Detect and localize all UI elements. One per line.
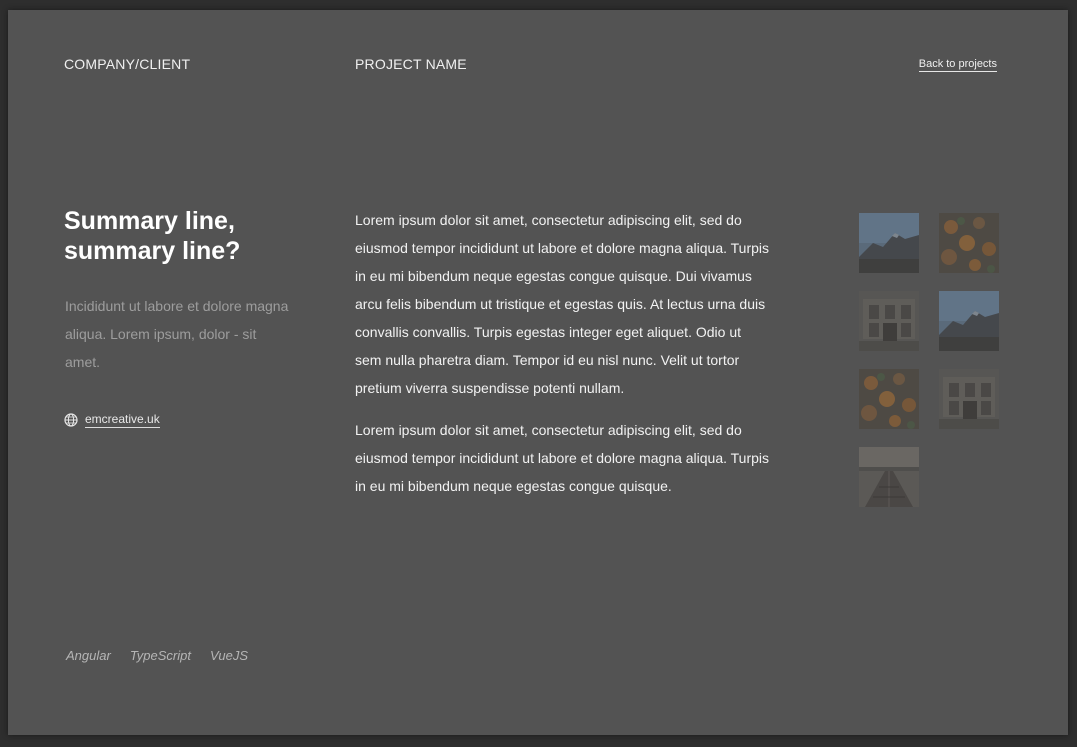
company-label: COMPANY/CLIENT: [64, 56, 191, 72]
description-paragraph: Lorem ipsum dolor sit amet, consectetur …: [355, 422, 770, 494]
tech-tags: Angular TypeScript VueJS: [66, 648, 248, 663]
back-to-projects-link[interactable]: Back to projects: [918, 58, 997, 72]
website-row: emcreative.uk: [64, 412, 294, 428]
tag-angular: Angular: [66, 648, 111, 663]
gallery-thumbnail-autumn[interactable]: [859, 369, 919, 429]
gallery-thumbnail-autumn[interactable]: [939, 213, 999, 273]
project-description: Lorem ipsum dolor sit amet, consectetur …: [355, 206, 770, 514]
globe-icon: [64, 413, 78, 427]
summary-subtitle: Incididunt ut labore et dolore magna ali…: [65, 298, 289, 370]
gallery-thumbnail-building[interactable]: [939, 369, 999, 429]
gallery-thumbnail-building[interactable]: [859, 291, 919, 351]
project-card: COMPANY/CLIENT PROJECT NAME Back to proj…: [8, 10, 1068, 735]
tag-vuejs: VueJS: [209, 648, 249, 663]
gallery-thumbnail-mountain[interactable]: [939, 291, 999, 351]
gallery-thumbnail-boardwalk[interactable]: [859, 447, 919, 507]
description-paragraph: Lorem ipsum dolor sit amet, consectetur …: [355, 212, 770, 396]
summary-title: Summary line, summary line?: [64, 207, 241, 265]
website-link[interactable]: emcreative.uk: [85, 412, 160, 428]
image-gallery: [859, 213, 999, 507]
summary-column: Summary line, summary line? Incididunt u…: [64, 206, 294, 428]
tag-typescript: TypeScript: [129, 648, 191, 663]
gallery-thumbnail-mountain[interactable]: [859, 213, 919, 273]
project-name: PROJECT NAME: [355, 56, 467, 72]
